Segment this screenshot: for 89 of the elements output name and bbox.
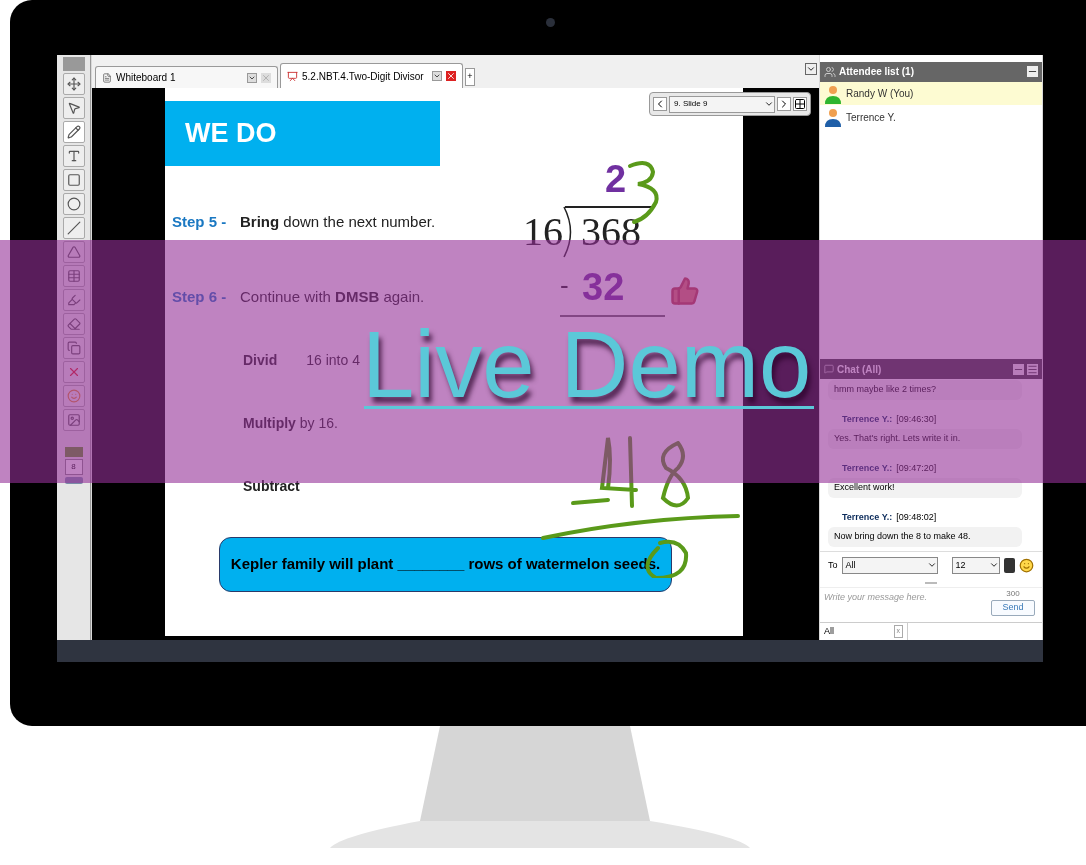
line-width-field[interactable]: 8	[64, 459, 83, 475]
triangle-tool-icon	[66, 245, 81, 259]
smiley-icon[interactable]	[1018, 557, 1034, 573]
image-tool-icon	[66, 413, 81, 427]
tab-menu-icon[interactable]	[432, 71, 442, 81]
to-label: To	[828, 558, 838, 572]
chat-tab-label: All	[824, 624, 834, 638]
character-counter: 300	[1006, 587, 1020, 600]
table-tool-button[interactable]	[62, 265, 85, 287]
chat-bubble: Excellent work!	[828, 478, 1022, 498]
send-button[interactable]: Send	[991, 599, 1035, 616]
tab-close-icon[interactable]	[446, 71, 456, 81]
copy-tool-button[interactable]	[62, 337, 85, 359]
attendee-name: Terrence Y.	[846, 110, 896, 125]
caret-icon	[764, 99, 774, 109]
highlighter-tool-icon	[66, 293, 81, 307]
chat-time: [09:47:20]	[896, 461, 937, 475]
text-tool-icon	[66, 149, 81, 163]
attendee-row[interactable]: Randy W (You)	[820, 81, 1042, 106]
rectangle-tool-icon	[66, 173, 81, 187]
chat-author: Terrence Y.:	[842, 412, 893, 426]
attendee-title: Attendee list (1)	[839, 65, 915, 80]
font-size-dropdown[interactable]: 12	[951, 556, 1000, 574]
eraser-tool-button[interactable]	[62, 313, 85, 335]
step-text: Bring down the next number.	[240, 212, 436, 232]
minimize-icon[interactable]	[1027, 66, 1038, 78]
chat-author: Terrence Y.:	[842, 510, 893, 524]
thumbs-up-icon	[670, 276, 700, 306]
pencil-tool-icon	[66, 125, 81, 139]
copy-tool-icon	[66, 341, 81, 355]
circle-tool-icon	[66, 197, 81, 211]
minus-sign: -	[560, 272, 569, 298]
circle-tool-button[interactable]	[62, 193, 85, 215]
substep-text: Subtract	[243, 477, 300, 496]
substep-text: 16 into 4	[306, 351, 360, 370]
step-label: Step 6 -	[172, 286, 226, 307]
color-swatch[interactable]	[64, 447, 83, 457]
delete-tool-button[interactable]	[62, 361, 85, 383]
person-avatar-icon	[824, 107, 842, 128]
line-tool-button[interactable]	[62, 217, 85, 239]
substep-text: Multiply by 16.	[243, 414, 338, 433]
chat-bubble: Now bring down the 8 to make 48.	[828, 527, 1022, 547]
rectangle-tool-button[interactable]	[62, 169, 85, 191]
document-tab[interactable]: Whiteboard 1	[95, 66, 278, 88]
chat-author: Terrence Y.:	[842, 461, 893, 475]
chat-time: [09:46:30]	[896, 412, 937, 426]
quotient-digit: 2	[605, 160, 627, 198]
previous-slide-icon[interactable]	[653, 97, 667, 111]
pointer-tool-button[interactable]	[62, 97, 85, 119]
chat-bubble: hmm maybe like 2 times?	[828, 380, 1022, 400]
menu-icon[interactable]	[1027, 363, 1038, 375]
camera-icon	[546, 18, 555, 27]
chat-time: [09:48:02]	[896, 510, 937, 524]
text-tool-button[interactable]	[62, 145, 85, 167]
text-color-swatch[interactable]	[1003, 557, 1015, 573]
product-number: 32	[582, 268, 625, 306]
recipient-dropdown[interactable]: All	[841, 556, 938, 574]
pointer-tool-icon	[66, 101, 81, 115]
attendee-name: Randy W (You)	[846, 87, 914, 102]
tab-menu-icon[interactable]	[247, 72, 257, 83]
next-slide-icon[interactable]	[777, 97, 791, 111]
stepper-control[interactable]	[64, 477, 83, 484]
table-tool-icon	[66, 269, 81, 283]
substep-text: Divid	[243, 351, 278, 370]
step-text: Continue with DMSB again.	[240, 286, 425, 307]
people-icon	[824, 65, 836, 78]
move-tool-icon	[66, 77, 81, 91]
chat-title: Chat (All)	[837, 362, 883, 377]
pencil-tool-button[interactable]	[62, 121, 85, 143]
toolbar-grip[interactable]	[62, 57, 85, 71]
step-label: Step 5 -	[172, 212, 226, 232]
line-tool-icon	[66, 221, 81, 235]
slide-dropdown[interactable]: 9. Slide 9	[669, 95, 775, 113]
tabs-menu-icon[interactable]	[805, 63, 817, 75]
smiley-tool-icon	[66, 389, 81, 403]
document-tab[interactable]: 5.2.NBT.4.Two-Digit Divisor	[280, 63, 463, 88]
slide-heading: WE DO	[185, 117, 277, 151]
move-tool-button[interactable]	[62, 73, 85, 95]
tab-label: Whiteboard 1	[116, 71, 177, 85]
highlighter-tool-button[interactable]	[62, 289, 85, 311]
presentation-icon	[287, 70, 298, 82]
image-tool-button[interactable]	[62, 409, 85, 431]
chat-icon	[824, 364, 834, 375]
eraser-tool-icon	[66, 317, 81, 331]
person-avatar-icon	[824, 83, 842, 104]
tab-label: 5.2.NBT.4.Two-Digit Divisor	[302, 69, 425, 84]
grid-view-icon[interactable]	[793, 97, 807, 111]
document-icon	[102, 72, 112, 83]
new-tab-button[interactable]: +	[465, 68, 475, 86]
